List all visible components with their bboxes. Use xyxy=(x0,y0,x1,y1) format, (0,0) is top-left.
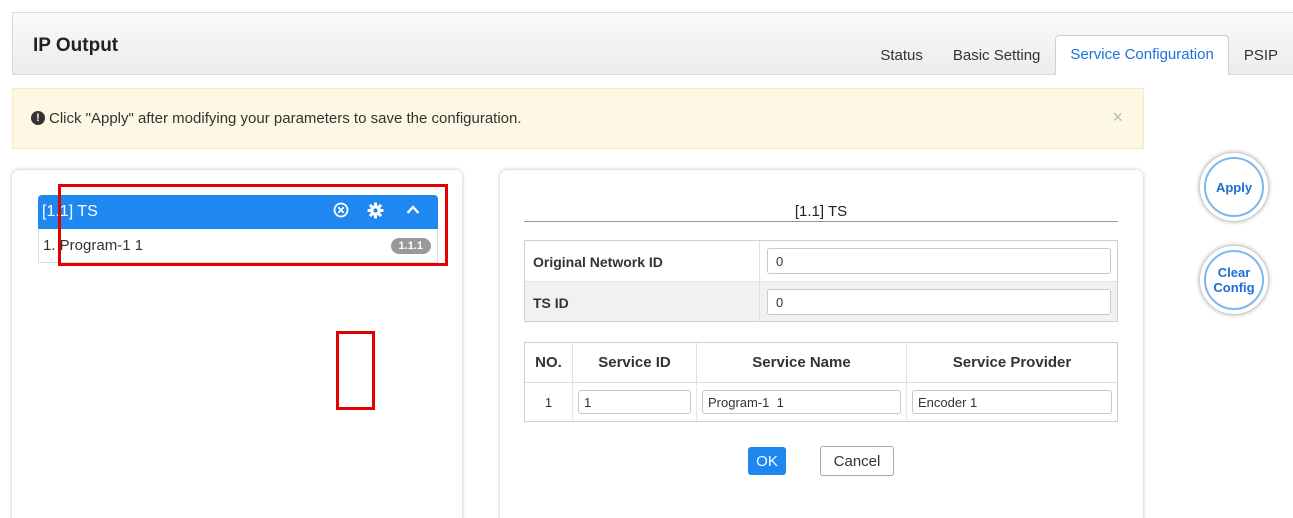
column-divider xyxy=(759,282,760,322)
original-network-id-row: Original Network ID xyxy=(525,241,1117,281)
tab-service-configuration[interactable]: Service Configuration xyxy=(1055,35,1229,75)
tab-psip[interactable]: PSIP xyxy=(1229,41,1293,75)
original-network-id-label: Original Network ID xyxy=(533,254,663,270)
apply-button[interactable]: Apply xyxy=(1199,152,1269,222)
clear-label-line1: Clear xyxy=(1217,265,1251,280)
service-name-input[interactable] xyxy=(702,390,901,414)
original-network-id-input[interactable] xyxy=(767,248,1111,274)
clear-config-button[interactable]: Clear Config xyxy=(1199,245,1269,315)
column-divider xyxy=(759,241,760,281)
ts-id-label: TS ID xyxy=(533,295,569,311)
highlight-box-ts-node xyxy=(58,184,448,266)
ts-id-row: TS ID xyxy=(525,281,1117,322)
row-number: 1 xyxy=(525,383,573,421)
service-provider-input[interactable] xyxy=(912,390,1112,414)
service-table-header: NO. Service ID Service Name Service Prov… xyxy=(525,343,1117,383)
column-header-no: NO. xyxy=(525,343,573,382)
ts-editor-panel: [1.1] TS Original Network ID TS ID NO. S… xyxy=(500,170,1143,518)
info-circle-icon: ! xyxy=(31,111,45,125)
tab-status[interactable]: Status xyxy=(865,41,938,75)
service-table: NO. Service ID Service Name Service Prov… xyxy=(524,342,1118,422)
page-title: IP Output xyxy=(33,35,119,56)
clear-config-button-label: Clear Config xyxy=(1204,250,1264,310)
clear-label-line2: Config xyxy=(1213,280,1255,295)
tab-bar: Status Basic Setting Service Configurati… xyxy=(865,33,1293,75)
service-id-cell xyxy=(573,383,697,421)
service-name-cell xyxy=(697,383,907,421)
column-header-service-provider: Service Provider xyxy=(952,354,1072,371)
tab-basic-setting[interactable]: Basic Setting xyxy=(938,41,1056,75)
close-icon[interactable]: × xyxy=(1112,107,1123,128)
editor-title-divider xyxy=(524,221,1118,222)
ts-id-input[interactable] xyxy=(767,289,1111,315)
editor-title: [1.1] TS xyxy=(794,203,848,220)
column-header-service-name: Service Name xyxy=(697,343,907,382)
page-header: IP Output Status Basic Setting Service C… xyxy=(12,12,1293,75)
apply-reminder-alert: ! Click "Apply" after modifying your par… xyxy=(12,88,1144,149)
alert-message: Click "Apply" after modifying your param… xyxy=(49,110,522,127)
table-row: 1 xyxy=(525,383,1117,421)
apply-button-label: Apply xyxy=(1204,157,1264,217)
ok-button[interactable]: OK xyxy=(748,447,786,475)
highlight-box-marker xyxy=(336,331,375,410)
network-settings-table: Original Network ID TS ID xyxy=(524,240,1118,322)
column-header-service-id: Service ID xyxy=(573,343,697,382)
ip-output-page: IP Output Status Basic Setting Service C… xyxy=(0,0,1293,518)
service-id-input[interactable] xyxy=(578,390,691,414)
service-provider-cell xyxy=(907,383,1117,421)
cancel-button[interactable]: Cancel xyxy=(820,446,894,476)
